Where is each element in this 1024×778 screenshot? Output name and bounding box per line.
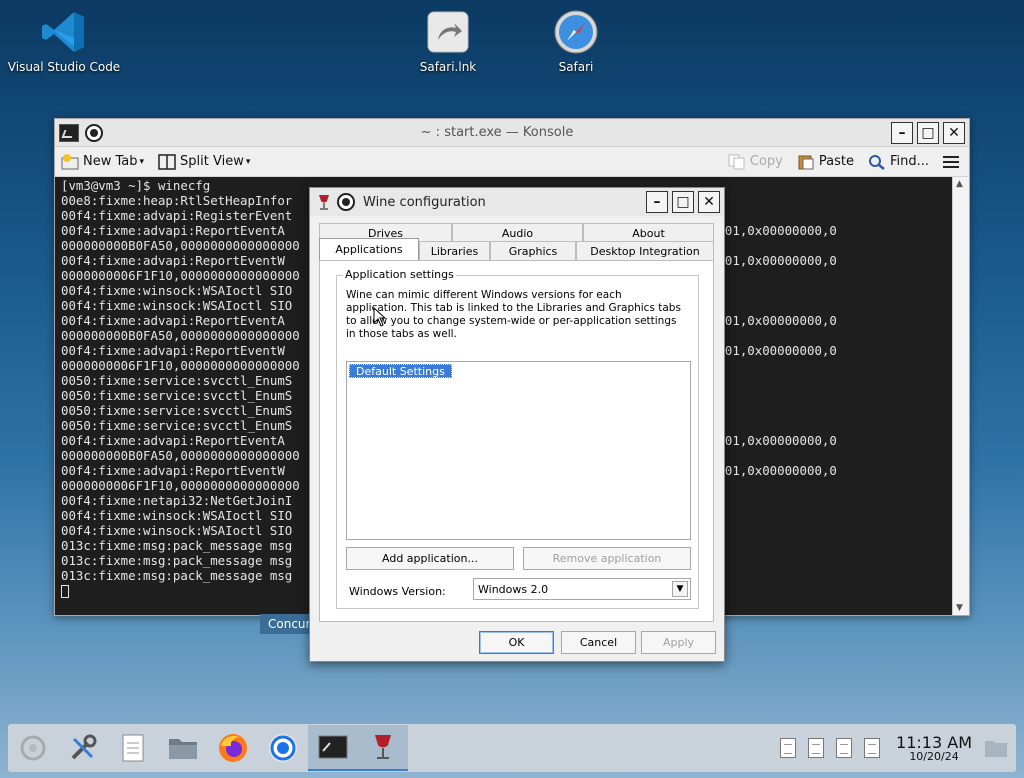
firefox-icon — [219, 734, 247, 762]
tab-about[interactable]: About — [583, 223, 714, 242]
taskbar-firefox[interactable] — [208, 725, 258, 771]
terminal-icon — [59, 123, 79, 142]
group-title: Application settings — [343, 268, 456, 281]
list-item-default-settings[interactable]: Default Settings — [349, 364, 452, 378]
windows-version-value: Windows 2.0 — [478, 582, 549, 596]
tab-row-bottom: Applications Libraries Graphics Desktop … — [319, 238, 714, 260]
tab-audio[interactable]: Audio — [452, 223, 583, 242]
remove-application-button[interactable]: Remove application — [523, 547, 691, 570]
window-title: ~ : start.exe — Konsole — [420, 125, 574, 140]
desktop-icon-safari[interactable]: Safari — [516, 8, 636, 74]
desktop-icon-label: Safari — [558, 60, 594, 74]
wine-titlebar[interactable]: Wine configuration – □ ✕ — [310, 188, 724, 216]
application-list[interactable]: Default Settings — [346, 361, 691, 540]
hamburger-menu-icon[interactable] — [943, 155, 959, 168]
clock-date: 10/20/24 — [909, 749, 959, 763]
konsole-titlebar[interactable]: ~ : start.exe — Konsole – □ ✕ — [55, 119, 969, 147]
maximize-button[interactable]: □ — [917, 121, 939, 144]
copy-icon — [728, 154, 745, 169]
dropdown-arrow-icon[interactable]: ▾ — [246, 157, 251, 167]
new-tab-label: New Tab — [83, 154, 138, 169]
wine-config-dialog: Wine configuration – □ ✕ Drives Audio Ab… — [309, 187, 725, 662]
folder-icon[interactable] — [984, 738, 1008, 758]
scroll-down-icon[interactable]: ▼ — [956, 603, 963, 613]
chrome-icon — [269, 734, 297, 762]
tab-desktop-integration[interactable]: Desktop Integration — [576, 241, 714, 260]
taskbar-konsole[interactable] — [308, 725, 358, 771]
pin-icon[interactable] — [85, 123, 103, 142]
find-label: Find... — [889, 154, 929, 169]
text-editor-icon — [122, 734, 144, 762]
wine-icon — [375, 735, 391, 759]
terminal-scrollbar[interactable]: ▲ ▼ — [952, 177, 969, 615]
minimize-button[interactable]: – — [646, 191, 668, 213]
desktop-icon-label: Visual Studio Code — [7, 60, 121, 74]
copy-button[interactable]: Copy — [728, 154, 783, 170]
minimize-button[interactable]: – — [891, 121, 913, 144]
scroll-up-icon[interactable]: ▲ — [956, 179, 963, 189]
search-icon — [868, 154, 885, 170]
taskbar-file-manager[interactable] — [158, 725, 208, 771]
split-view-icon — [158, 153, 176, 170]
document-icon[interactable] — [780, 738, 797, 758]
paste-label: Paste — [818, 154, 854, 169]
vscode-icon — [42, 12, 84, 52]
mouse-pointer-icon — [373, 307, 387, 327]
windows-version-select[interactable]: Windows 2.0 ▼ — [473, 578, 691, 600]
paste-button[interactable]: Paste — [797, 154, 854, 170]
tab-libraries[interactable]: Libraries — [419, 241, 490, 260]
file-manager-icon — [169, 739, 197, 759]
split-view-button[interactable]: Split View ▾ — [158, 153, 251, 170]
taskbar-chrome[interactable] — [258, 725, 308, 771]
launcher-icon — [20, 735, 46, 761]
clock[interactable]: 11:13 AM 10/20/24 — [896, 734, 972, 763]
document-icon[interactable] — [836, 738, 853, 758]
taskbar: 11:13 AM 10/20/24 — [8, 724, 1016, 772]
text-cursor — [61, 585, 69, 598]
desktop-icon-label: Safari.lnk — [419, 60, 477, 74]
windows-version-label: Windows Version: — [349, 585, 446, 598]
document-icon[interactable] — [864, 738, 881, 758]
tab-graphics[interactable]: Graphics — [490, 241, 576, 260]
new-tab-button[interactable]: New Tab ▾ — [61, 153, 145, 170]
dropdown-arrow-icon[interactable]: ▾ — [140, 157, 145, 167]
apply-button[interactable]: Apply — [641, 631, 716, 654]
konsole-icon — [318, 735, 348, 759]
chevron-down-icon[interactable]: ▼ — [672, 581, 688, 597]
find-button[interactable]: Find... — [868, 154, 929, 170]
taskbar-settings[interactable] — [58, 725, 108, 771]
system-settings-icon — [71, 734, 97, 760]
dialog-title: Wine configuration — [363, 194, 486, 210]
safari-compass-icon — [554, 10, 598, 54]
description-text: Wine can mimic different Windows version… — [346, 289, 681, 340]
tab-applications[interactable]: Applications — [319, 238, 419, 260]
close-button[interactable]: ✕ — [943, 121, 965, 144]
konsole-toolbar: New Tab ▾ Split View ▾ Copy Paste Find..… — [55, 147, 969, 177]
split-view-label: Split View — [180, 154, 244, 169]
new-tab-icon — [61, 153, 79, 169]
wine-glass-icon — [319, 195, 329, 210]
copy-label: Copy — [749, 154, 783, 169]
launcher-button[interactable] — [8, 725, 58, 771]
application-settings-group: Application settings Wine can mimic diff… — [336, 268, 699, 609]
desktop-icon-vscode[interactable]: Visual Studio Code — [4, 8, 124, 74]
clock-time: 11:13 AM — [896, 732, 972, 752]
close-button[interactable]: ✕ — [698, 191, 720, 213]
maximize-button[interactable]: □ — [672, 191, 694, 213]
add-application-button[interactable]: Add application... — [346, 547, 514, 570]
pin-icon[interactable] — [337, 193, 355, 211]
document-icon[interactable] — [808, 738, 825, 758]
desktop-icon-safari-lnk[interactable]: Safari.lnk — [388, 8, 508, 74]
taskbar-wine[interactable] — [358, 725, 408, 771]
shortcut-icon — [427, 11, 469, 53]
taskbar-text-editor[interactable] — [108, 725, 158, 771]
system-tray: 11:13 AM 10/20/24 — [774, 724, 1016, 772]
cancel-button[interactable]: Cancel — [561, 631, 636, 654]
ok-button[interactable]: OK — [479, 631, 554, 654]
paste-icon — [798, 155, 814, 169]
